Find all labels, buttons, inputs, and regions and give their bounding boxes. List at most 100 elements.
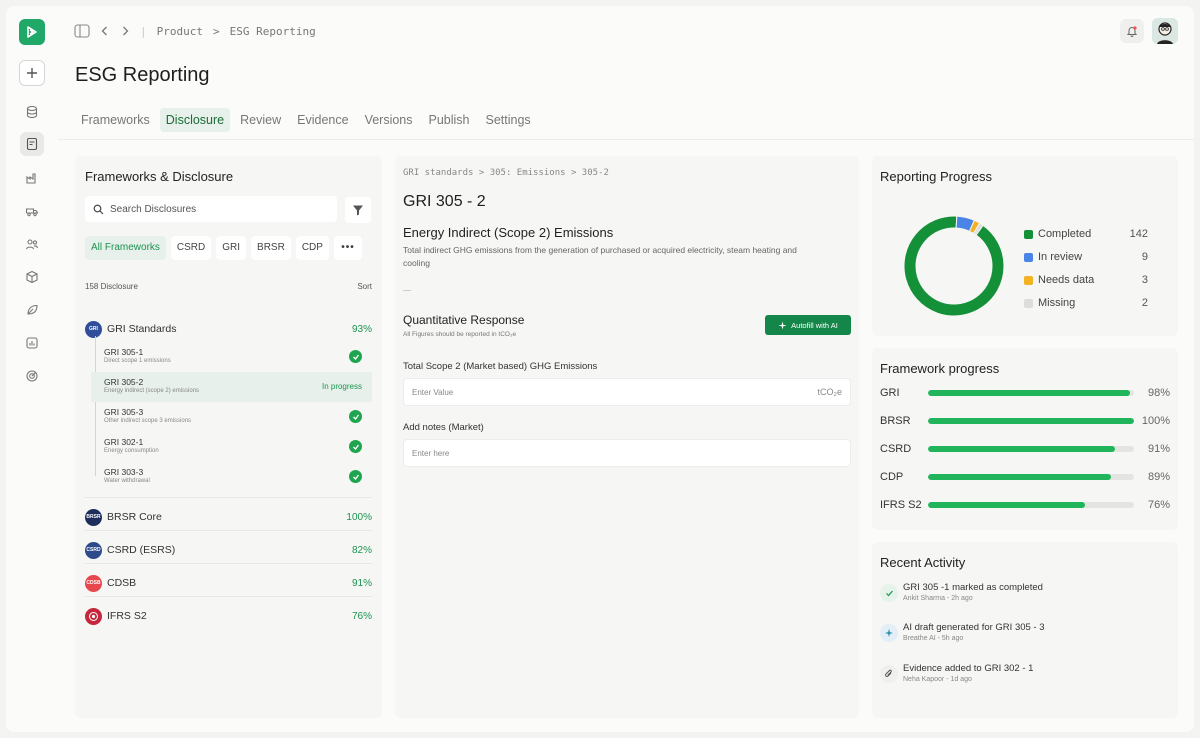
progress-row-ifrs: IFRS S2 76%: [880, 498, 1170, 512]
framework-name: CSRD (ESRS): [107, 544, 176, 556]
sidebar-toggle-icon[interactable]: [74, 24, 90, 38]
chip-csrd[interactable]: CSRD: [170, 236, 212, 260]
progress-bar: [928, 502, 1085, 508]
progress-track: [928, 390, 1134, 396]
frameworks-panel: Frameworks & Disclosure Search Disclosur…: [75, 156, 382, 718]
avatar-image: [1152, 18, 1178, 44]
autofill-label: Autofill with AI: [791, 320, 838, 330]
search-icon: [93, 204, 104, 214]
breadcrumb-current[interactable]: ESG Reporting: [230, 25, 316, 38]
disclosure-detail-panel: GRI standards > 305: Emissions > 305-2 G…: [395, 156, 859, 718]
disclosure-item-303-3[interactable]: GRI 303-3 Water withdrawal: [91, 462, 372, 492]
breadcrumb-sep: >: [212, 24, 220, 38]
framework-cdsb-row[interactable]: CDSB CDSB 91%: [85, 570, 372, 596]
list-header: 158 Disclosure Sort: [85, 282, 372, 291]
tab-frameworks[interactable]: Frameworks: [75, 108, 156, 132]
disclosure-item-302-1[interactable]: GRI 302-1 Energy consumption: [91, 432, 372, 462]
framework-csrd-row[interactable]: CSRD CSRD (ESRS) 82%: [85, 537, 372, 563]
disclosure-item-305-2[interactable]: GRI 305-2 Energy indirect (scope 2) emis…: [91, 372, 372, 402]
forward-icon[interactable]: [120, 25, 130, 37]
new-button[interactable]: [19, 60, 45, 86]
check-icon: [349, 440, 362, 453]
back-icon[interactable]: [100, 25, 110, 37]
activity-item[interactable]: Evidence added to GRI 302 - 1 Neha Kapoo…: [880, 661, 1170, 691]
topbar-divider: |: [140, 24, 147, 38]
rail-products[interactable]: [20, 265, 44, 289]
check-icon: [349, 470, 362, 483]
legend-value: 9: [1141, 251, 1148, 263]
framework-gri-row[interactable]: GRI GRI Standards 93%: [85, 316, 372, 342]
chip-cdp[interactable]: CDP: [295, 236, 329, 260]
notifications-button[interactable]: [1120, 19, 1144, 43]
scope2-value-input[interactable]: Enter Value tCO₂e: [403, 378, 851, 406]
legend-completed: Completed 142: [1024, 228, 1148, 240]
topbar: | Product > ESG Reporting: [74, 21, 316, 41]
brsr-logo-icon: BRSR: [85, 508, 102, 526]
progress-bar: [928, 474, 1112, 480]
framework-brsr-row[interactable]: BRSR BRSR Core 100%: [85, 504, 372, 530]
search-input[interactable]: Search Disclosures: [85, 196, 337, 222]
legend-swatch: [1024, 252, 1033, 262]
sparkle-icon: [778, 321, 787, 329]
rail-database[interactable]: [20, 100, 44, 124]
legend-missing: Missing 2: [1024, 297, 1148, 309]
tab-review[interactable]: Review: [234, 108, 287, 132]
progress-bar: [928, 418, 1134, 424]
legend-value: 2: [1141, 297, 1148, 309]
chip-all-frameworks[interactable]: All Frameworks: [85, 236, 166, 260]
framework-pct: 76%: [351, 610, 372, 622]
progress-bar: [928, 446, 1116, 452]
row-divider: [85, 563, 372, 564]
page-title: ESG Reporting: [75, 64, 210, 86]
tab-disclosure[interactable]: Disclosure: [159, 108, 231, 132]
progress-value: 76%: [1147, 499, 1170, 511]
chip-more-button[interactable]: •••: [333, 236, 362, 260]
filter-icon: [353, 205, 363, 216]
tab-publish[interactable]: Publish: [423, 108, 476, 132]
user-avatar[interactable]: [1152, 18, 1178, 44]
filter-button[interactable]: [345, 197, 371, 223]
autofill-ai-button[interactable]: Autofill with AI: [765, 315, 851, 335]
progress-label: GRI: [880, 387, 900, 399]
chip-brsr[interactable]: BRSR: [251, 236, 291, 260]
disclosure-desc: Energy indirect (scope 2) emissions: [104, 388, 200, 394]
legend-value: 142: [1129, 228, 1148, 240]
rail-targets[interactable]: [20, 364, 44, 388]
tab-evidence[interactable]: Evidence: [291, 108, 354, 132]
disclosure-item-305-3[interactable]: GRI 305-3 Other indirect scope 3 emissio…: [91, 402, 372, 432]
tab-versions[interactable]: Versions: [359, 108, 419, 132]
framework-ifrs-row[interactable]: IFRS S2 76%: [85, 603, 372, 629]
rail-vehicles[interactable]: [20, 199, 44, 223]
sparkle-icon: [880, 624, 898, 642]
header-divider: [58, 139, 1194, 140]
input-placeholder: Enter here: [412, 448, 450, 458]
activity-item[interactable]: AI draft generated for GRI 305 - 3 Breat…: [880, 620, 1170, 650]
disclosure-breadcrumb: GRI standards > 305: Emissions > 305-2: [403, 168, 609, 178]
rail-sustainability[interactable]: [20, 298, 44, 322]
activity-meta: Ankit Sharma - 2h ago: [903, 595, 973, 602]
cdsb-logo-icon: CDSB: [85, 574, 102, 592]
progress-donut-chart: [903, 215, 1005, 317]
disclosure-item-305-1[interactable]: GRI 305-1 Direct scope 1 emissions: [91, 342, 372, 372]
check-icon: [349, 410, 362, 423]
row-divider: [85, 530, 372, 531]
input-placeholder: Enter Value: [412, 387, 454, 397]
framework-name: CDSB: [107, 577, 137, 589]
app-logo[interactable]: [19, 19, 45, 45]
sort-button[interactable]: Sort: [357, 282, 372, 291]
chart-icon: [26, 337, 38, 349]
notes-input[interactable]: Enter here: [403, 439, 851, 467]
tab-settings[interactable]: Settings: [480, 108, 537, 132]
rail-people[interactable]: [20, 232, 44, 256]
progress-row-csrd: CSRD 91%: [880, 442, 1170, 456]
row-divider: [85, 596, 372, 597]
disclosure-description: Total indirect GHG emissions from the ge…: [403, 245, 797, 268]
breadcrumb-root[interactable]: Product: [157, 25, 203, 38]
rail-reports[interactable]: [20, 132, 44, 156]
framework-progress-title: Framework progress: [880, 361, 1000, 376]
rail-analytics[interactable]: [20, 331, 44, 355]
activity-item[interactable]: GRI 305 -1 marked as completed Ankit Sha…: [880, 580, 1170, 610]
status-badge: In progress: [321, 382, 362, 391]
chip-gri[interactable]: GRI: [216, 236, 247, 260]
rail-factory[interactable]: [20, 166, 44, 190]
